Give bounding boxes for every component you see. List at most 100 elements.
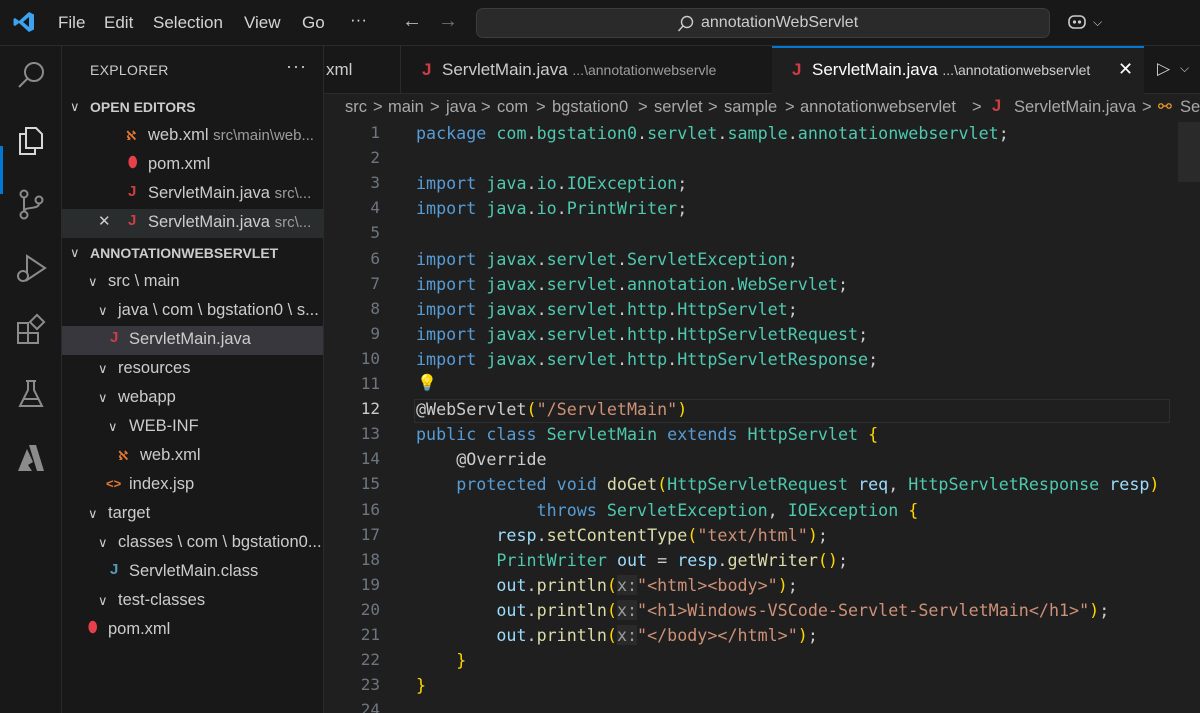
tree-folder[interactable]: ∨ classes \ com \ bgstation0... [62, 529, 323, 558]
tree-folder[interactable]: ∨ src \ main [62, 268, 323, 297]
minimap[interactable] [1176, 122, 1200, 713]
code-line: import java.io.IOException; [416, 173, 688, 194]
tab-xml[interactable]: xml [324, 46, 401, 94]
menu-file[interactable]: File [58, 13, 85, 33]
chevron-right-icon: > [373, 98, 383, 116]
tree-file[interactable]: ℵ web.xml [62, 442, 323, 471]
editor-tabs: xml J ServletMain.java ...\annotationweb… [324, 46, 1200, 94]
tree-folder[interactable]: ∨ webapp [62, 384, 323, 413]
open-editor-item-active[interactable]: ✕ J ServletMain.java src\... [62, 209, 323, 238]
xml-rss-icon: ℵ [118, 448, 129, 463]
more-actions-icon[interactable]: ··· [286, 56, 307, 77]
line-number: 12 [360, 399, 380, 419]
tab-label: xml [326, 60, 353, 79]
open-editor-item[interactable]: J ServletMain.java src\... [62, 180, 323, 209]
tab-path: ...\annotationwebservlet [942, 62, 1091, 78]
breadcrumb: src > main > java > com > bgstation0 > s… [324, 94, 1200, 122]
chevron-down-icon[interactable]: ⌵ [1093, 15, 1102, 30]
chevron-down-icon: ∨ [88, 274, 98, 289]
menu-more[interactable]: ··· [350, 10, 367, 30]
chevron-right-icon: > [536, 98, 546, 116]
breadcrumb-item[interactable]: com [497, 98, 528, 117]
breadcrumb-item[interactable]: Se [1180, 98, 1200, 117]
tab-label: ServletMain.java [442, 60, 568, 79]
chevron-down-icon[interactable]: ⌵ [1180, 61, 1189, 76]
search-icon[interactable] [13, 58, 49, 94]
tree-folder[interactable]: ∨ resources [62, 355, 323, 384]
breadcrumb-item[interactable]: main [388, 98, 424, 117]
chevron-right-icon: > [708, 98, 718, 116]
run-debug-icon[interactable] [13, 250, 49, 286]
chevron-down-icon: ∨ [98, 361, 108, 376]
chevron-right-icon: > [1142, 98, 1152, 116]
line-number: 20 [360, 599, 380, 619]
tree-file[interactable]: ⬮ pom.xml [62, 616, 323, 645]
lightbulb-icon[interactable]: 💡 [417, 373, 437, 393]
code-line: import java.io.PrintWriter; [416, 198, 688, 219]
java-class-icon: J [110, 561, 119, 578]
tree-label: index.jsp [129, 475, 195, 493]
tree-file-selected[interactable]: J ServletMain.java [62, 326, 323, 355]
line-number: 9 [370, 323, 380, 343]
tree-folder[interactable]: ∨ test-classes [62, 587, 323, 616]
line-number: 3 [370, 173, 380, 193]
line-number: 22 [360, 650, 380, 670]
breadcrumb-item[interactable]: src [345, 98, 367, 117]
breadcrumb-item[interactable]: java [446, 98, 476, 117]
line-number: 15 [360, 474, 380, 494]
menu-selection[interactable]: Selection [153, 13, 223, 33]
tab-servletmain-1[interactable]: J ServletMain.java ...\annotationwebserv… [400, 46, 773, 94]
open-editor-path: src\main\web... [213, 127, 314, 144]
active-indicator [0, 146, 3, 194]
code-editor[interactable]: 1 2 3 4 5 6 7 8 9 10 11 12 13 14 15 16 17 18 19 20 21 22 23 24 … [324, 122, 1200, 713]
code-line: @Override [456, 449, 547, 470]
breadcrumb-item[interactable]: ServletMain.java [1014, 98, 1136, 117]
tab-path: ...\annotationwebservle [572, 62, 717, 78]
chevron-down-icon: ∨ [98, 535, 108, 550]
java-file-icon: J [110, 329, 119, 346]
testing-flask-icon[interactable] [13, 376, 49, 412]
breadcrumb-item[interactable]: annotationwebservlet [800, 98, 956, 117]
tree-folder[interactable]: ∨ WEB-INF [62, 413, 323, 442]
tree-file[interactable]: <> index.jsp [62, 471, 323, 500]
tree-folder[interactable]: ∨ java \ com \ bgstation0 \ s... [62, 297, 323, 326]
close-icon[interactable]: ✕ [1118, 59, 1133, 80]
activity-bar [0, 46, 62, 713]
code-line: import javax.servlet.http.HttpServlet; [416, 298, 798, 319]
project-header[interactable]: ∨ ANNOTATIONWEBSERVLET [62, 239, 323, 268]
line-number: 13 [360, 424, 380, 444]
azure-icon[interactable] [13, 440, 49, 476]
tree-folder[interactable]: ∨ target [62, 500, 323, 529]
line-number: 10 [360, 348, 380, 368]
breadcrumb-item[interactable]: sample [724, 98, 777, 117]
line-number: 11 [360, 374, 380, 393]
tree-file[interactable]: J ServletMain.class [62, 558, 323, 587]
source-control-icon[interactable] [13, 186, 49, 222]
breadcrumb-item[interactable]: bgstation0 [552, 98, 628, 117]
chevron-right-icon: > [972, 98, 982, 116]
run-play-icon[interactable]: ▷ [1157, 59, 1170, 79]
maven-pom-icon: ⬮ [88, 619, 98, 636]
line-number: 23 [360, 675, 380, 695]
line-number: 1 [370, 123, 380, 142]
menu-view[interactable]: View [244, 13, 281, 33]
tree-label: src \ main [108, 272, 180, 290]
files-explorer-icon[interactable] [13, 122, 49, 158]
code-line: public class ServletMain extends HttpSer… [416, 424, 879, 445]
close-icon[interactable]: ✕ [98, 212, 111, 230]
copilot-icon[interactable] [1066, 11, 1088, 33]
command-center-search[interactable]: annotationWebServlet [476, 8, 1050, 38]
forward-arrow-icon[interactable]: → [438, 10, 458, 33]
menu-go[interactable]: Go [302, 13, 325, 33]
extensions-icon[interactable] [13, 312, 49, 348]
open-editors-header[interactable]: ∨ OPEN EDITORS [62, 93, 323, 122]
open-editor-item[interactable]: ⬮ pom.xml [62, 151, 323, 180]
code-line: resp.setContentType("text/html"); [496, 524, 828, 545]
open-editor-item[interactable]: ℵ web.xml src\main\web... [62, 122, 323, 151]
code-line: package com.bgstation0.servlet.sample.an… [416, 123, 1009, 143]
menu-edit[interactable]: Edit [104, 13, 133, 33]
back-arrow-icon[interactable]: ← [402, 10, 422, 33]
breadcrumb-item[interactable]: servlet [654, 98, 703, 117]
tab-servletmain-active[interactable]: J ServletMain.java ...\annotationwebserv… [772, 46, 1144, 94]
open-editor-name: ServletMain.java [148, 184, 270, 202]
